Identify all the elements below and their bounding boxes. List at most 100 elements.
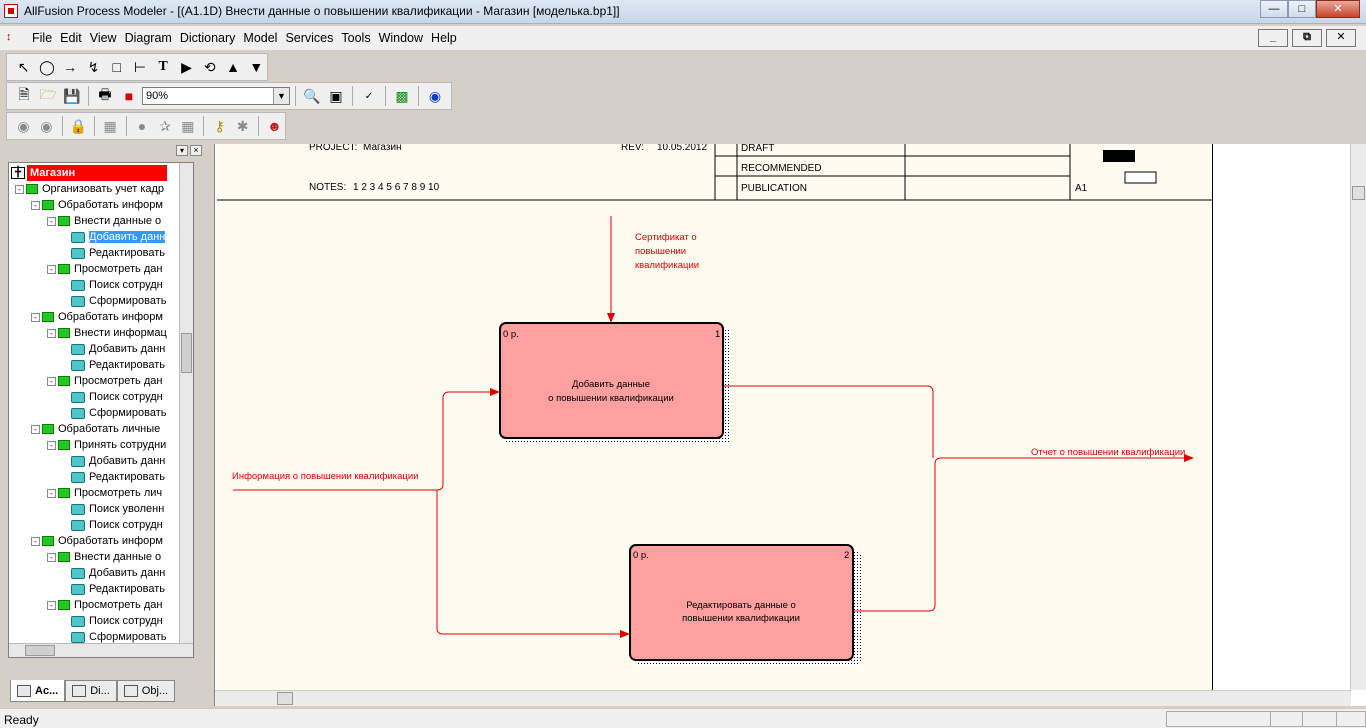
go-to-sibling-icon[interactable]: ▶	[176, 56, 197, 78]
tree-item[interactable]: Поиск сотрудн	[71, 277, 193, 293]
tab-activities[interactable]: Ac...	[10, 680, 66, 702]
diagram-vertical-scrollbar[interactable]	[1350, 144, 1366, 690]
collapse-toggle-icon[interactable]: -	[31, 200, 40, 210]
datastore-tool-icon[interactable]: ⊢	[129, 56, 150, 78]
mart-report-icon[interactable]: ●	[132, 115, 153, 137]
tree-item[interactable]: - Внести данные о	[47, 213, 193, 229]
model-explorer-icon[interactable]: ▩	[391, 85, 413, 107]
input-arrow-label[interactable]: Информация о повышении квалификации	[232, 471, 419, 482]
mart-disconnect-icon[interactable]: ◉	[36, 115, 57, 137]
menu-services[interactable]: Services	[281, 31, 337, 45]
zoom-select[interactable]: 90% ▼	[142, 87, 290, 105]
color-palette-icon[interactable]: ■	[118, 85, 140, 107]
tree-item[interactable]: Сформировать	[71, 293, 193, 309]
menu-view[interactable]: View	[86, 31, 121, 45]
tree-item[interactable]: Редактировать	[71, 357, 193, 373]
collapse-toggle-icon[interactable]: -	[31, 536, 40, 546]
menu-help[interactable]: Help	[427, 31, 461, 45]
mart-connect-icon[interactable]: ◉	[13, 115, 34, 137]
menu-window[interactable]: Window	[375, 31, 427, 45]
minimize-button[interactable]: —	[1260, 0, 1288, 18]
diagram-vscroll-thumb[interactable]	[1352, 186, 1365, 200]
activity-box-1[interactable]: 0 р. 1 Добавить данные о повышении квали…	[499, 322, 731, 444]
collapse-toggle-icon[interactable]: -	[47, 376, 56, 386]
lock-icon[interactable]: 🔒	[68, 115, 89, 137]
menu-file[interactable]: File	[28, 31, 56, 45]
tree-item[interactable]: - Просмотреть дан	[47, 261, 193, 277]
tree-item[interactable]: Поиск сотрудн	[71, 613, 193, 629]
tree-item[interactable]: - Обработать информ	[31, 309, 193, 325]
tree-item[interactable]: Добавить данн	[71, 229, 193, 245]
tree-horizontal-scrollbar[interactable]	[9, 643, 193, 657]
arrow-tool-icon[interactable]: →	[60, 56, 81, 78]
input-arrow-to-box-2[interactable]	[436, 490, 630, 638]
mdi-restore-button[interactable]: ⧉	[1292, 29, 1322, 47]
mart-grid-icon[interactable]: ▦	[177, 115, 198, 137]
zoom-fit-icon[interactable]: ▣	[325, 85, 347, 107]
go-to-child-icon[interactable]: ▼	[246, 56, 267, 78]
tree-item[interactable]: - Обработать информ	[31, 197, 193, 213]
squiggle-tool-icon[interactable]: ↯	[83, 56, 104, 78]
diagram-canvas[interactable]: PROJECT: Магазин REV: 10.05.2012 NOTES: …	[215, 144, 1351, 690]
tree-item[interactable]: - Принять сотрудни	[47, 437, 193, 453]
tree-hscroll-thumb[interactable]	[25, 645, 55, 656]
collapse-toggle-icon[interactable]: -	[47, 264, 56, 274]
menu-diagram[interactable]: Diagram	[121, 31, 176, 45]
panel-close-icon[interactable]: ×	[190, 145, 202, 156]
tree-item[interactable]: - Просмотреть лич	[47, 485, 193, 501]
collapse-toggle-icon[interactable]: -	[15, 184, 24, 194]
go-to-parent-icon[interactable]: ▲	[222, 56, 243, 78]
spell-check-icon[interactable]: ✓	[358, 85, 380, 107]
key-icon[interactable]: ⚷	[209, 115, 230, 137]
tree-item[interactable]: - Организовать учет кадр	[15, 181, 185, 197]
open-folder-icon[interactable]: 🗁	[37, 85, 59, 107]
menu-edit[interactable]: Edit	[56, 31, 86, 45]
output-arrow-label[interactable]: Отчет о повышении квалификации	[1031, 447, 1185, 458]
tree-item[interactable]: - Обработать личные	[31, 421, 193, 437]
tree-root[interactable]: ╋ Магазин	[11, 165, 181, 181]
undo-icon[interactable]: ⟲	[199, 56, 220, 78]
activity-box-2[interactable]: 0 р. 2 Редактировать данные о повышении …	[629, 544, 861, 666]
tree-vertical-scrollbar[interactable]	[179, 163, 193, 643]
collapse-toggle-icon[interactable]: -	[31, 424, 40, 434]
tree-item[interactable]: Редактировать	[71, 469, 193, 485]
tree-item[interactable]: Поиск уволенн	[71, 501, 193, 517]
menu-tools[interactable]: Tools	[337, 31, 374, 45]
control-label-line2[interactable]: повышении	[635, 246, 686, 257]
print-icon[interactable]: 🖶	[94, 85, 116, 107]
mart-model-icon[interactable]: ▦	[100, 115, 121, 137]
collapse-toggle-icon[interactable]: -	[47, 600, 56, 610]
tab-objects[interactable]: Obj...	[116, 680, 176, 702]
tab-diagrams[interactable]: Di...	[65, 680, 117, 702]
mdi-minimize-button[interactable]: _	[1258, 29, 1288, 47]
pin-icon[interactable]: ▾	[176, 145, 188, 156]
tree-item[interactable]: - Внести информац	[47, 325, 193, 341]
diagram-horizontal-scrollbar[interactable]	[215, 690, 1351, 706]
close-button[interactable]: ✕	[1316, 0, 1360, 18]
control-label-line3[interactable]: квалификации	[635, 260, 699, 271]
collapse-toggle-icon[interactable]: -	[47, 216, 56, 226]
model-mart-icon[interactable]: ◉	[424, 85, 446, 107]
chevron-down-icon[interactable]: ▼	[273, 88, 289, 104]
collapse-toggle-icon[interactable]: -	[47, 488, 56, 498]
tree-item[interactable]: - Внести данные о	[47, 549, 193, 565]
tree-item[interactable]: Добавить данн	[71, 341, 193, 357]
menu-dictionary[interactable]: Dictionary	[176, 31, 240, 45]
collapse-toggle-icon[interactable]: -	[31, 312, 40, 322]
zoom-in-icon[interactable]: 🔍	[301, 85, 323, 107]
output-arrow-from-box-2[interactable]	[854, 454, 1194, 612]
tree-item[interactable]: Редактировать	[71, 581, 193, 597]
tree-item[interactable]: - Обработать информ	[31, 533, 193, 549]
ellipse-tool-icon[interactable]: ◯	[36, 56, 57, 78]
tree-item[interactable]: Редактировать	[71, 245, 193, 261]
box-tool-icon[interactable]: □	[106, 56, 127, 78]
tree-scroll-thumb[interactable]	[181, 333, 192, 373]
pointer-tool-icon[interactable]: ↖	[13, 56, 34, 78]
tree-item[interactable]: Добавить данн	[71, 453, 193, 469]
collapse-toggle-icon[interactable]: -	[47, 328, 56, 338]
document-icon[interactable]: ↕	[6, 31, 22, 45]
control-label-line1[interactable]: Сертификат о	[635, 232, 697, 243]
maximize-button[interactable]: □	[1288, 0, 1316, 18]
collapse-toggle-icon[interactable]: -	[47, 440, 56, 450]
menu-model[interactable]: Model	[239, 31, 281, 45]
